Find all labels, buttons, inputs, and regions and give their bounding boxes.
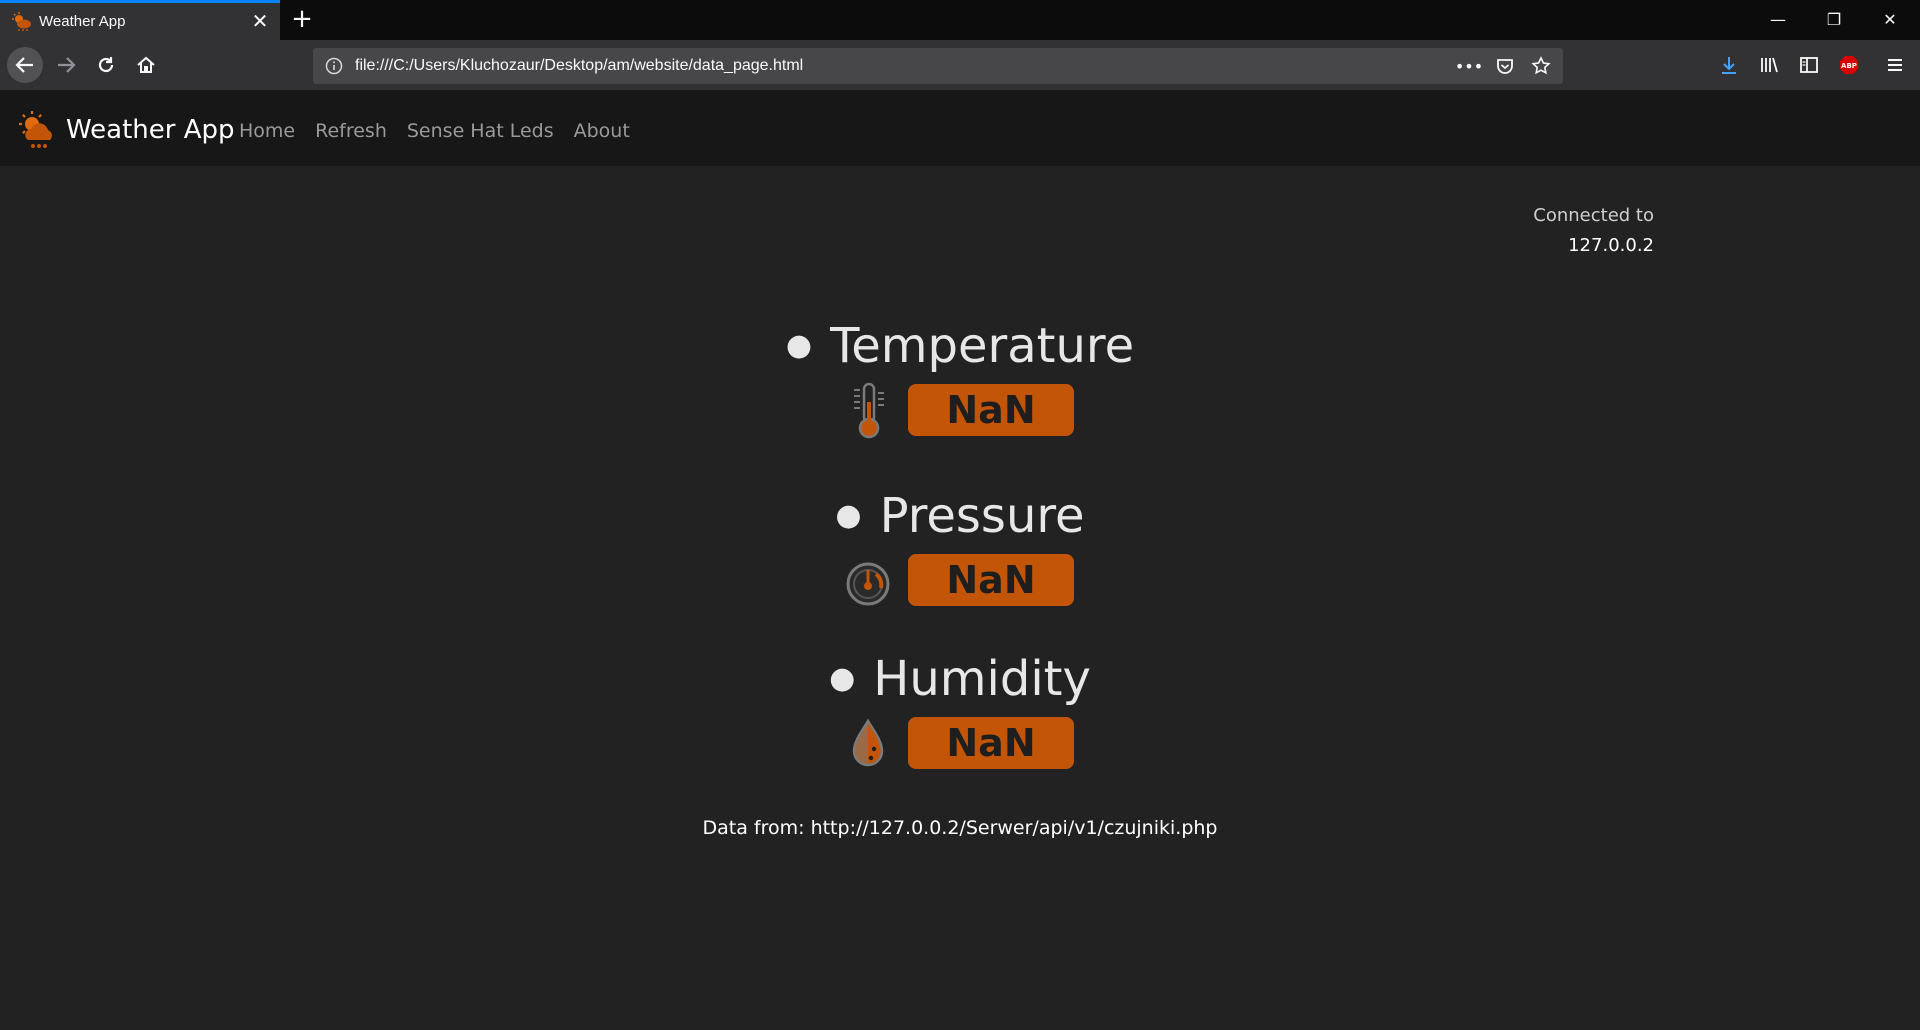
restore-window-button[interactable]: ❐	[1806, 0, 1862, 40]
connected-label: Connected to	[1533, 205, 1654, 226]
tab-title: Weather App	[39, 13, 126, 30]
home-icon	[137, 56, 155, 73]
temperature-value: NaN	[908, 384, 1074, 436]
temperature-title: Temperature	[830, 318, 1135, 374]
weather-favicon-icon	[12, 12, 31, 31]
data-source-text: Data from: http://127.0.0.2/Serwer/api/v…	[702, 817, 1218, 839]
sensor-title: ● Pressure	[835, 488, 1085, 544]
brand[interactable]: Weather App	[18, 110, 235, 150]
brand-title: Weather App	[66, 115, 235, 145]
pressure-value: NaN	[908, 554, 1074, 606]
info-icon[interactable]	[325, 57, 343, 75]
tab-close-icon[interactable]: ✕	[248, 9, 272, 33]
url-text[interactable]: file:///C:/Users/Kluchozaur/Desktop/am/w…	[355, 57, 803, 75]
reload-icon	[98, 57, 114, 73]
new-tab-button[interactable]: +	[288, 5, 316, 33]
close-window-button[interactable]: ✕	[1862, 0, 1918, 40]
url-bar[interactable]: file:///C:/Users/Kluchozaur/Desktop/am/w…	[313, 48, 1563, 84]
app-menu: Home Refresh Sense Hat Leds About	[239, 120, 630, 142]
connection-status: Connected to 127.0.0.2	[1533, 201, 1654, 261]
humidity-sensor: ● Humidity NaN	[0, 651, 1920, 773]
downloads-icon[interactable]	[1716, 52, 1742, 78]
web-page: Weather App Home Refresh Sense Hat Leds …	[0, 90, 1920, 1030]
browser-navigation-bar: file:///C:/Users/Kluchozaur/Desktop/am/w…	[0, 40, 1920, 90]
weather-logo-icon	[19, 111, 52, 148]
sensor-title: ● Humidity	[829, 651, 1091, 707]
humidity-value: NaN	[908, 717, 1074, 769]
menu-hamburger-icon[interactable]	[1882, 52, 1908, 78]
sensor-title: ● Temperature	[785, 318, 1135, 374]
home-button[interactable]	[128, 47, 164, 83]
water-drop-icon	[853, 718, 884, 767]
nav-sense-hat-leds-link[interactable]: Sense Hat Leds	[407, 120, 554, 142]
gauge-icon	[846, 562, 890, 606]
reload-button[interactable]	[88, 47, 124, 83]
pressure-title: Pressure	[879, 488, 1085, 544]
svg-text:ABP: ABP	[1841, 62, 1857, 70]
arrow-left-icon	[15, 57, 33, 73]
nav-about-link[interactable]: About	[574, 120, 630, 142]
app-navbar: Weather App Home Refresh Sense Hat Leds …	[0, 90, 1920, 166]
nav-refresh-link[interactable]: Refresh	[315, 120, 387, 142]
adblock-plus-icon[interactable]: ABP	[1836, 52, 1862, 78]
bookmark-star-icon[interactable]	[1529, 54, 1553, 78]
pocket-icon[interactable]	[1493, 54, 1517, 78]
arrow-right-icon	[58, 57, 76, 73]
humidity-title: Humidity	[873, 651, 1091, 707]
sidebar-icon[interactable]	[1796, 52, 1822, 78]
thermometer-icon	[854, 382, 885, 439]
minimize-window-button[interactable]: —	[1750, 0, 1806, 40]
temperature-sensor: ● Temperature NaN	[0, 318, 1920, 440]
browser-tab[interactable]: Weather App ✕	[0, 0, 280, 40]
connected-ip: 127.0.0.2	[1568, 235, 1654, 256]
back-button[interactable]	[7, 47, 43, 83]
pressure-sensor: ● Pressure NaN	[0, 488, 1920, 610]
library-icon[interactable]	[1756, 52, 1782, 78]
forward-button[interactable]	[48, 47, 84, 83]
nav-home-link[interactable]: Home	[239, 120, 295, 142]
browser-tab-bar: Weather App ✕ + — ❐ ✕	[0, 0, 1920, 40]
page-actions-icon[interactable]: •••	[1455, 54, 1483, 78]
